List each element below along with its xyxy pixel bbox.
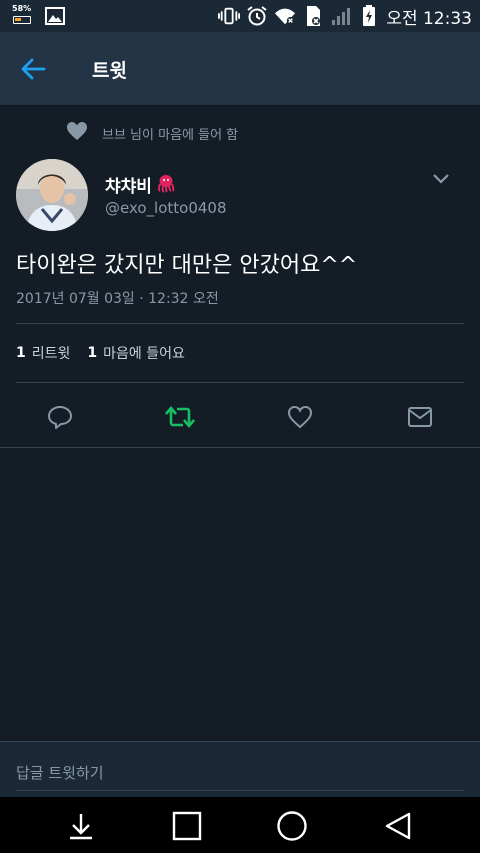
battery-charging-icon [358, 5, 380, 27]
social-context-text: 브브 님이 마음에 들어 함 [102, 127, 239, 143]
vibrate-icon [218, 5, 241, 27]
display-name[interactable]: 챠챠비 [105, 172, 152, 197]
wifi-icon [274, 5, 296, 27]
status-bar: 58% 오전 12:33 [0, 0, 480, 32]
author-name-row[interactable]: 챠챠비 [105, 172, 176, 197]
signal-icon [330, 5, 352, 27]
status-bar-right: 오전 12:33 [218, 4, 472, 29]
tweet-actions [0, 394, 480, 438]
avatar[interactable] [16, 159, 88, 231]
octopus-icon [156, 173, 176, 197]
divider [0, 447, 480, 448]
gallery-icon [44, 5, 66, 27]
like-count[interactable]: 1 [87, 345, 97, 361]
chevron-down-icon[interactable] [430, 170, 452, 188]
home-icon[interactable] [275, 809, 309, 843]
alarm-icon [246, 5, 268, 27]
heart-icon [66, 121, 88, 145]
tweet-stats: 1 리트윗 1 마음에 들어요 [16, 343, 202, 363]
page-title: 트윗 [92, 60, 127, 82]
reply-input-underline [16, 790, 464, 791]
retweet-icon[interactable] [165, 402, 195, 432]
arrow-left-icon[interactable] [18, 54, 48, 84]
sim-icon [302, 5, 324, 27]
battery-percent: 58% [12, 4, 32, 13]
reply-input[interactable]: 답글 트윗하기 [16, 762, 104, 783]
like-icon[interactable] [285, 402, 315, 432]
like-label[interactable]: 마음에 들어요 [103, 343, 185, 363]
download-icon[interactable] [64, 809, 98, 843]
retweet-count[interactable]: 1 [16, 345, 26, 361]
reply-bar: 답글 트윗하기 [0, 741, 480, 797]
dm-icon[interactable] [405, 402, 435, 432]
user-handle[interactable]: @exo_lotto0408 [105, 199, 227, 217]
recent-apps-icon[interactable] [170, 809, 204, 843]
reply-icon[interactable] [45, 402, 75, 432]
social-context: 브브 님이 마음에 들어 함 [66, 122, 238, 144]
divider [16, 323, 464, 324]
app-bar: 트윗 [0, 32, 480, 106]
tweet-text: 타이완은 갔지만 대만은 안갔어요^^ [16, 253, 358, 278]
battery-icon: 58% [12, 4, 34, 27]
back-icon[interactable] [381, 809, 415, 843]
system-nav-bar [0, 797, 480, 853]
status-bar-left: 58% [12, 4, 66, 27]
status-clock: 오전 12:33 [386, 8, 472, 29]
divider [16, 382, 464, 383]
tweet-timestamp: 2017년 07월 03일 · 12:32 오전 [16, 291, 219, 307]
retweet-label[interactable]: 리트윗 [32, 343, 71, 363]
